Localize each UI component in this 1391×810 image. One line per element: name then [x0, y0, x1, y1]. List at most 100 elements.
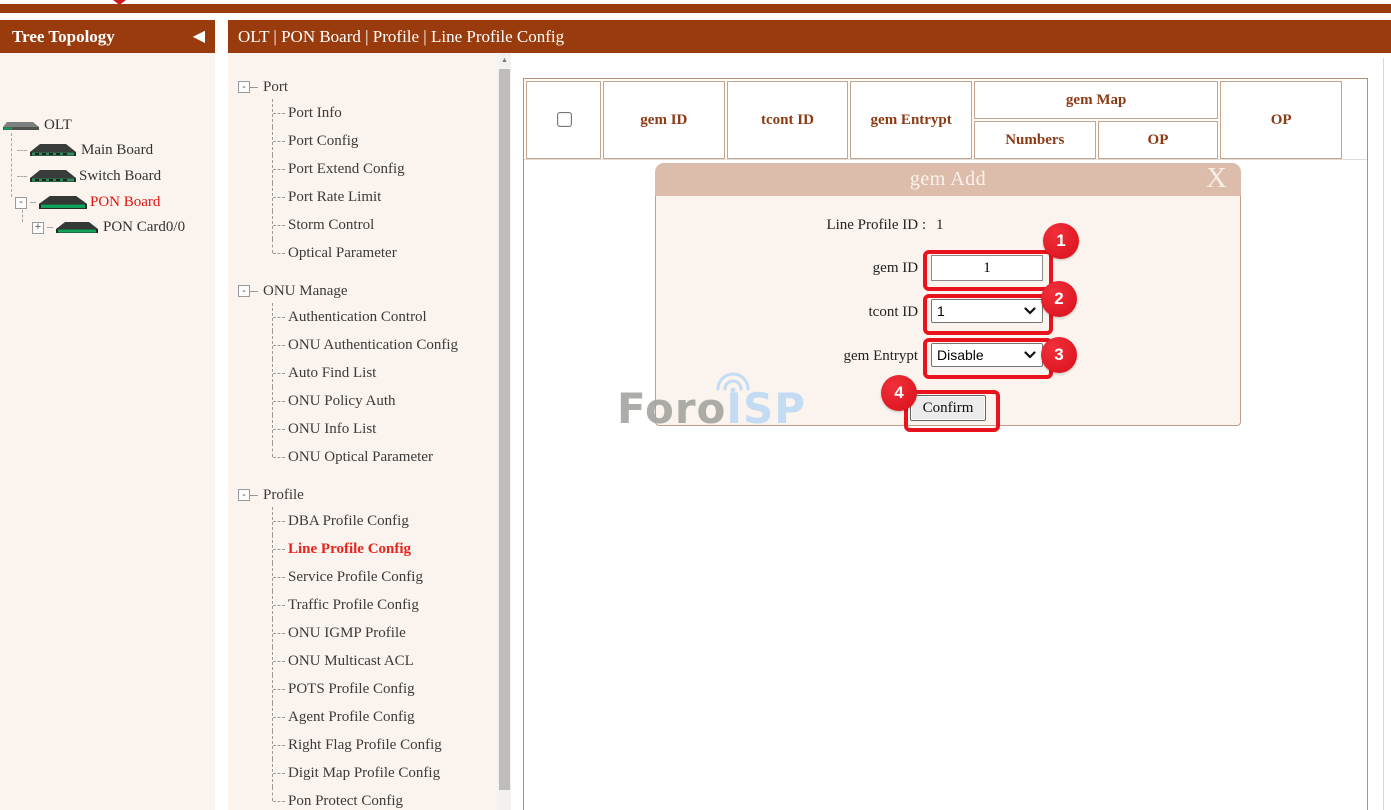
tree-expander-icon[interactable]: -: [15, 197, 27, 209]
tree-expander-icon[interactable]: -: [238, 285, 250, 297]
tcont-id-select[interactable]: 1: [931, 299, 1043, 323]
col-header-gem-id: gem ID: [603, 81, 725, 159]
tree-connector: [47, 227, 53, 229]
close-icon[interactable]: X: [1206, 161, 1227, 195]
menu-item[interactable]: - ONU Manage: [238, 279, 498, 303]
col-header-tcont-id: tcont ID: [727, 81, 849, 159]
menu-item-label: Port: [263, 79, 288, 96]
tree-node-main-board[interactable]: Main Board: [17, 142, 153, 159]
tree-line: [11, 133, 13, 197]
tree-topology-header: Tree Topology ◀: [0, 20, 215, 53]
gem-entrypt-select[interactable]: Disable: [931, 343, 1043, 367]
menu-scrollbar[interactable]: ▲: [498, 53, 511, 810]
menu-item[interactable]: Line Profile Config: [272, 535, 498, 563]
menu-item[interactable]: Pon Protect Config: [272, 787, 498, 810]
menu-item[interactable]: Port Config: [272, 127, 498, 155]
menu-item[interactable]: ONU Info List: [272, 415, 498, 443]
menu-item-label: Port Config: [288, 133, 358, 150]
menu-item[interactable]: Optical Parameter: [272, 239, 498, 267]
board-chassis-icon: [30, 143, 76, 158]
table-separator: [524, 159, 1367, 160]
select-all-cell: [526, 81, 601, 159]
menu-item-label: ONU Multicast ACL: [288, 653, 414, 670]
breadcrumb-bar: OLT | PON Board | Profile | Line Profile…: [228, 20, 1391, 53]
menu-item[interactable]: Auto Find List: [272, 359, 498, 387]
tree-node-olt[interactable]: OLT: [3, 117, 72, 134]
menu-item[interactable]: Digit Map Profile Config: [272, 759, 498, 787]
tree-node-label: Main Board: [81, 142, 153, 159]
menu-item-label: POTS Profile Config: [288, 681, 415, 698]
select-all-checkbox[interactable]: [557, 112, 572, 127]
tcont-id-label: tcont ID :: [656, 304, 926, 321]
tree-connector: [250, 87, 258, 88]
collapse-sidebar-icon[interactable]: ◀: [193, 20, 205, 53]
menu-item[interactable]: Agent Profile Config: [272, 703, 498, 731]
dialog-titlebar: gem Add X: [655, 163, 1241, 196]
step-badge-1: 1: [1043, 223, 1079, 259]
menu-item-label: Pon Protect Config: [288, 793, 403, 810]
top-banner-bar: [0, 4, 1391, 13]
menu-item[interactable]: ONU IGMP Profile: [272, 619, 498, 647]
menu-item-label: Auto Find List: [288, 365, 376, 382]
menu-item-label: Right Flag Profile Config: [288, 737, 442, 754]
tree-node-label: PON Board: [90, 194, 160, 211]
menu-item-label: Line Profile Config: [288, 541, 411, 558]
tree-node-pon-card[interactable]: + PON Card0/0: [32, 219, 185, 236]
menu-item[interactable]: Right Flag Profile Config: [272, 731, 498, 759]
menu-item[interactable]: - Port: [238, 75, 498, 99]
tree-connector: [17, 176, 27, 178]
line-profile-id-label: Line Profile ID :: [656, 217, 926, 234]
config-menu: - Port Port Info Port Config Port Extend…: [238, 75, 498, 810]
config-menu-panel: - Port Port Info Port Config Port Extend…: [228, 53, 498, 810]
menu-item-label: ONU Policy Auth: [288, 393, 396, 410]
tree-connector: [30, 202, 36, 204]
menu-item[interactable]: Storm Control: [272, 211, 498, 239]
pon-card-chassis-icon: [56, 221, 98, 235]
menu-item-label: Port Rate Limit: [288, 189, 381, 206]
menu-item-label: Authentication Control: [288, 309, 427, 326]
scrollbar-thumb[interactable]: [499, 69, 510, 790]
menu-item-label: ONU IGMP Profile: [288, 625, 406, 642]
menu-item[interactable]: Authentication Control: [272, 303, 498, 331]
col-header-numbers: Numbers: [974, 121, 1096, 159]
menu-item-label: Traffic Profile Config: [288, 597, 419, 614]
tree-node-label: PON Card0/0: [103, 219, 185, 236]
tree-connector: [250, 495, 258, 496]
menu-item-label: ONU Manage: [263, 283, 348, 300]
gem-id-input[interactable]: [931, 255, 1043, 281]
menu-item[interactable]: ONU Multicast ACL: [272, 647, 498, 675]
menu-item[interactable]: POTS Profile Config: [272, 675, 498, 703]
pon-board-chassis-icon: [39, 195, 87, 211]
tree-expander-icon[interactable]: +: [32, 222, 44, 234]
menu-item[interactable]: ONU Policy Auth: [272, 387, 498, 415]
menu-item[interactable]: Port Extend Config: [272, 155, 498, 183]
menu-item[interactable]: Port Info: [272, 99, 498, 127]
menu-item[interactable]: Service Profile Config: [272, 563, 498, 591]
tree-node-switch-board[interactable]: Switch Board: [17, 168, 161, 185]
menu-item[interactable]: - Profile: [238, 483, 498, 507]
tree-expander-icon[interactable]: -: [238, 81, 250, 93]
menu-item[interactable]: ONU Authentication Config: [272, 331, 498, 359]
olt-chassis-icon: [3, 121, 39, 131]
step-badge-4: 4: [881, 375, 917, 411]
tree-node-pon-board[interactable]: - PON Board: [15, 194, 160, 211]
chevron-down-icon: [1024, 351, 1036, 359]
menu-item[interactable]: DBA Profile Config: [272, 507, 498, 535]
menu-item-label: ONU Authentication Config: [288, 337, 458, 354]
menu-item-label: ONU Optical Parameter: [288, 449, 433, 466]
tree-connector: [17, 150, 27, 152]
menu-item[interactable]: ONU Optical Parameter: [272, 443, 498, 471]
menu-item-label: Profile: [263, 487, 304, 504]
gem-entrypt-selected-value: Disable: [937, 347, 984, 363]
col-header-gem-map: gem Map: [974, 81, 1218, 119]
step-badge-3: 3: [1041, 337, 1077, 373]
menu-item[interactable]: Traffic Profile Config: [272, 591, 498, 619]
dialog-body: Line Profile ID : 1 gem ID : tcont ID : …: [655, 196, 1241, 426]
menu-item[interactable]: Port Rate Limit: [272, 183, 498, 211]
scrollbar-up-icon[interactable]: ▲: [498, 53, 511, 68]
step-badge-2: 2: [1041, 281, 1077, 317]
tree-line: [22, 210, 24, 222]
line-profile-id-value: 1: [936, 217, 944, 234]
confirm-button[interactable]: Confirm: [910, 395, 986, 421]
tree-expander-icon[interactable]: -: [238, 489, 250, 501]
